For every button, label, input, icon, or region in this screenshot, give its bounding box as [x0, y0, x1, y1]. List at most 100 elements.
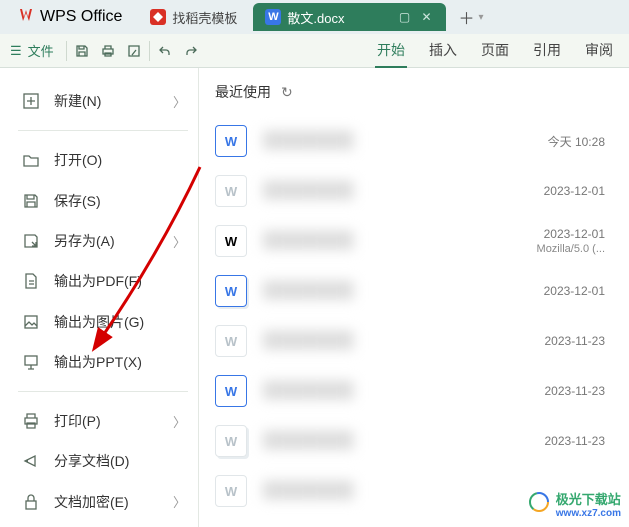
file-date: 2023-11-23: [545, 334, 606, 348]
redo-icon[interactable]: [178, 38, 204, 64]
sidebar-item-encrypt[interactable]: 文档加密(E) 〉: [14, 485, 192, 519]
refresh-icon[interactable]: ↻: [281, 84, 293, 101]
ribbon-tabs: 开始 插入 页面 引用 审阅: [375, 34, 629, 68]
file-type-icon: W: [215, 275, 247, 307]
file-name: ████████: [263, 332, 545, 350]
toolbar: ☰ 文件 开始 插入 页面 引用 审阅: [0, 34, 629, 68]
new-icon: [20, 90, 42, 112]
file-name: ████████: [263, 432, 545, 450]
file-menu-label: 文件: [28, 41, 54, 60]
file-date: 2023-11-23: [545, 434, 606, 448]
chevron-right-icon: 〉: [173, 492, 186, 511]
file-row[interactable]: W ████████2023-12-01Mozilla/5.0 (...: [215, 216, 629, 266]
lock-icon: [20, 491, 42, 513]
tab-bar: WPS Office 找稻壳模板 W 散文.docx ▢ ✕ ＋ ▾: [0, 0, 629, 34]
file-date: 2023-12-01: [544, 284, 605, 298]
file-type-icon: W: [215, 325, 247, 357]
file-type-icon: W: [215, 125, 247, 157]
open-icon: [20, 149, 42, 171]
file-list: W████████今天 10:28W████████2023-12-01W███…: [215, 116, 629, 516]
saveas-icon: [20, 230, 42, 252]
file-name: ████████: [263, 132, 548, 150]
chevron-right-icon: 〉: [173, 412, 186, 431]
file-row[interactable]: W████████2023-12-01: [215, 166, 629, 216]
file-date: 2023-12-01: [544, 184, 605, 198]
print-icon: [20, 410, 42, 432]
recent-title: 最近使用: [215, 82, 271, 102]
sidebar-item-label: 输出为PPT(X): [54, 352, 142, 372]
wps-icon: [18, 7, 34, 28]
export-pdf-icon: [20, 270, 42, 292]
separator: [18, 391, 188, 392]
app-logo: WPS Office: [4, 0, 136, 34]
hamburger-icon: ☰: [10, 43, 22, 59]
ribbon-tab-page[interactable]: 页面: [479, 34, 511, 68]
share-icon: [20, 450, 42, 472]
sidebar-item-label: 打开(O): [54, 150, 102, 170]
file-row[interactable]: W ████████2023-11-23: [215, 316, 629, 366]
file-type-icon: W: [215, 425, 247, 457]
sidebar-item-saveas[interactable]: 另存为(A) 〉: [14, 224, 192, 258]
tab-label: 散文.docx: [287, 8, 344, 27]
print-icon[interactable]: [95, 38, 121, 64]
chevron-right-icon: 〉: [173, 232, 186, 251]
sidebar-item-new[interactable]: 新建(N) 〉: [14, 84, 192, 118]
sidebar-item-save[interactable]: 保存(S): [14, 184, 192, 218]
doc-icon: W: [265, 9, 281, 25]
sidebar-item-label: 分享文档(D): [54, 451, 129, 471]
sidebar-item-label: 新建(N): [54, 91, 101, 111]
file-type-icon: W: [215, 175, 247, 207]
sidebar-item-label: 文档加密(E): [54, 492, 129, 512]
file-date: 今天 10:28: [548, 133, 605, 150]
separator: [18, 130, 188, 131]
file-row[interactable]: W ████████2023-11-23: [215, 416, 629, 466]
chevron-down-icon: ▾: [479, 12, 484, 23]
save-icon[interactable]: [69, 38, 95, 64]
file-name: ████████: [263, 282, 544, 300]
file-name: ████████: [263, 232, 537, 250]
watermark-url: www.xz7.com: [556, 508, 621, 519]
tab-document[interactable]: W 散文.docx ▢ ✕: [253, 3, 446, 31]
sidebar-item-label: 另存为(A): [54, 231, 115, 251]
recent-header: 最近使用 ↻: [215, 82, 629, 102]
ribbon-tab-insert[interactable]: 插入: [427, 34, 459, 68]
sidebar-item-label: 输出为图片(G): [54, 312, 144, 332]
file-row[interactable]: W ████████2023-12-01: [215, 266, 629, 316]
sidebar-item-pdf[interactable]: 输出为PDF(F): [14, 264, 192, 298]
file-menu-sidebar: 新建(N) 〉 打开(O) 保存(S) 另存为(A) 〉 输出为PDF(F) 输…: [0, 68, 198, 527]
sidebar-item-image[interactable]: 输出为图片(G): [14, 304, 192, 338]
watermark-logo-icon: [528, 491, 550, 518]
export-ppt-icon: [20, 351, 42, 373]
sidebar-item-open[interactable]: 打开(O): [14, 143, 192, 177]
tab-label: 找稻壳模板: [172, 8, 237, 27]
tab-templates[interactable]: 找稻壳模板: [138, 3, 249, 31]
file-name: ████████: [263, 382, 545, 400]
tab-maximize-icon[interactable]: ▢: [396, 9, 412, 25]
sidebar-item-share[interactable]: 分享文档(D): [14, 444, 192, 478]
tab-close-icon[interactable]: ✕: [418, 9, 434, 25]
export-image-icon: [20, 311, 42, 333]
save-icon: [20, 190, 42, 212]
ribbon-tab-reference[interactable]: 引用: [531, 34, 563, 68]
ribbon-tab-review[interactable]: 审阅: [583, 34, 615, 68]
new-tab-button[interactable]: ＋ ▾: [458, 5, 483, 29]
sidebar-item-label: 输出为PDF(F): [54, 271, 142, 291]
file-type-icon: W: [215, 475, 247, 507]
chevron-right-icon: 〉: [173, 92, 186, 111]
file-type-icon: W: [215, 375, 247, 407]
ribbon-tab-start[interactable]: 开始: [375, 34, 407, 68]
file-row[interactable]: W ████████2023-11-23: [215, 366, 629, 416]
file-type-icon: W: [215, 225, 247, 257]
sidebar-item-ppt[interactable]: 输出为PPT(X): [14, 345, 192, 379]
undo-icon[interactable]: [152, 38, 178, 64]
template-icon: [150, 9, 166, 25]
preview-icon[interactable]: [121, 38, 147, 64]
sidebar-item-label: 打印(P): [54, 411, 101, 431]
file-date: 2023-12-01Mozilla/5.0 (...: [537, 227, 605, 255]
separator: [66, 41, 67, 61]
sidebar-item-print[interactable]: 打印(P) 〉: [14, 404, 192, 438]
file-row[interactable]: W ████████今天 10:28: [215, 116, 629, 166]
recent-files-panel: 最近使用 ↻ W████████今天 10:28W████████2023-12…: [198, 68, 629, 527]
file-date: 2023-11-23: [545, 384, 606, 398]
file-menu-button[interactable]: ☰ 文件: [0, 34, 64, 67]
